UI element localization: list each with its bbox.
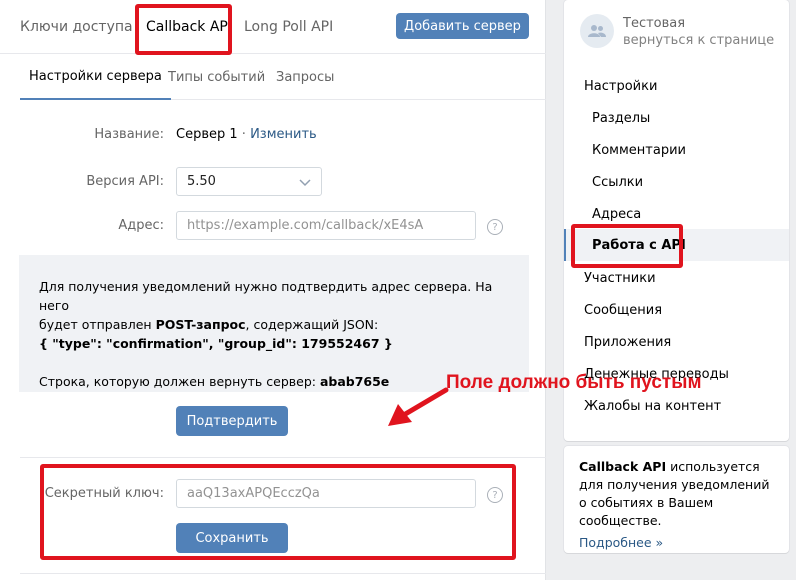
sidebar-item-members[interactable]: Участники [584,271,656,286]
annotation-text: Поле должно быть пустым [446,372,702,393]
divider [20,457,546,458]
sidebar-item-comments[interactable]: Комментарии [592,143,686,158]
callback-api-help-card: Callback API используется для получения … [564,446,789,553]
top-tabs: Ключи доступа Callback API Long Poll API… [0,0,546,54]
sidebar-item-content-complaints[interactable]: Жалобы на контент [584,399,721,414]
sidebar-item-messages[interactable]: Сообщения [584,303,662,318]
name-separator: · [241,127,246,142]
info-line-2: будет отправлен POST-запрос, содержащий … [39,315,509,334]
info-line-1: Для получения уведомлений нужно подтверд… [39,279,493,313]
return-string-prefix: Строка, которую должен вернуть сервер: [39,374,320,389]
api-version-select[interactable]: 5.50 [176,167,322,196]
highlight-api-item [571,224,683,268]
divider [20,573,546,574]
avatar[interactable] [580,14,614,48]
tab-access-keys[interactable]: Ключи доступа [20,0,133,54]
help-card-text: Callback API используется для получения … [579,458,774,530]
address-input[interactable]: https://example.com/callback/xE4sA [176,211,476,240]
api-version-label: Версия API: [86,174,164,189]
server-name: Сервер 1 · Изменить [176,127,317,142]
sidebar-item-apps[interactable]: Приложения [584,335,671,350]
name-label: Название: [94,127,164,142]
sidebar-item-addresses[interactable]: Адреса [592,207,641,222]
tab-requests[interactable]: Запросы [276,54,334,100]
tab-long-poll-api[interactable]: Long Poll API [244,0,333,54]
back-to-page-link[interactable]: вернуться к странице [623,33,774,48]
help-icon[interactable]: ? [487,219,503,235]
arrow-icon [388,387,449,426]
users-icon [588,25,606,37]
highlight-callback-tab [135,4,232,55]
address-label: Адрес: [118,218,164,233]
info-line-2-suffix: , содержащий JSON: [245,317,379,332]
chevron-down-icon [299,176,311,191]
post-request-text: POST-запрос [155,317,246,332]
add-server-button[interactable]: Добавить сервер [396,13,529,39]
json-line: { "type": "confirmation", "group_id": 17… [39,336,393,351]
confirm-button[interactable]: Подтвердить [176,406,288,436]
return-string-value: abab765e [319,374,390,389]
info-line-2-prefix: будет отправлен [39,317,156,332]
sidebar-item-links[interactable]: Ссылки [592,175,643,190]
rename-link[interactable]: Изменить [250,127,317,142]
sidebar-item-settings[interactable]: Настройки [584,79,657,94]
server-name-value: Сервер 1 [176,127,238,142]
help-card-title: Callback API [579,459,667,474]
more-info-link[interactable]: Подробнее » [579,534,774,552]
sub-tabs: Настройки сервера Типы событий Запросы [20,54,546,100]
tab-server-settings[interactable]: Настройки сервера [20,54,171,100]
highlight-secret-key [40,464,516,560]
sidebar-item-sections[interactable]: Разделы [592,111,650,126]
group-name[interactable]: Тестовая [623,16,685,31]
tab-event-types[interactable]: Типы событий [168,54,265,100]
api-version-value: 5.50 [187,174,216,189]
